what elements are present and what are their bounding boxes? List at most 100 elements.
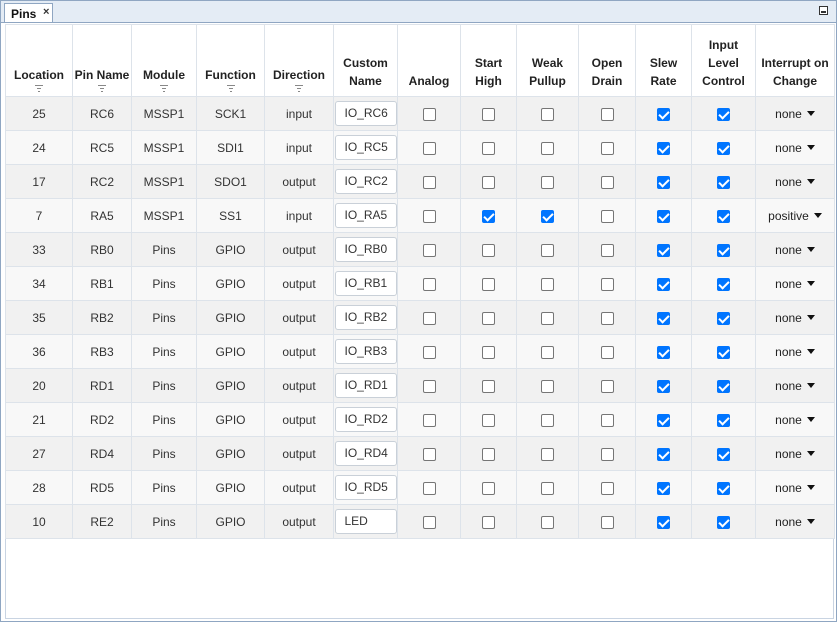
input-level-checkbox[interactable] [717,379,730,393]
sort-icon[interactable] [160,85,168,92]
interrupt-on-change-select[interactable]: none [775,515,815,529]
weak-pullup-checkbox[interactable] [541,277,554,291]
weak-pullup-checkbox[interactable] [541,311,554,325]
analog-checkbox[interactable] [422,175,436,189]
input-level-checkbox[interactable] [717,413,730,427]
input-level-checkbox[interactable] [717,141,730,155]
weak-pullup-checkbox[interactable] [541,481,554,495]
slew-rate-checkbox[interactable] [657,311,670,325]
start-high-checkbox[interactable] [482,447,495,461]
input-level-checkbox[interactable] [717,243,730,257]
column-header-module[interactable]: Module [131,24,197,97]
close-icon[interactable]: × [43,6,49,18]
start-high-checkbox[interactable] [482,277,495,291]
analog-checkbox[interactable] [422,209,436,223]
open-drain-checkbox[interactable] [600,141,614,155]
interrupt-on-change-select[interactable]: none [775,413,815,427]
weak-pullup-checkbox[interactable] [541,107,554,121]
analog-checkbox[interactable] [422,481,436,495]
analog-checkbox[interactable] [422,345,436,359]
interrupt-on-change-select[interactable]: none [775,243,815,257]
open-drain-checkbox[interactable] [600,345,614,359]
open-drain-checkbox[interactable] [600,175,614,189]
start-high-checkbox[interactable] [482,515,495,529]
slew-rate-checkbox[interactable] [657,277,670,291]
analog-checkbox[interactable] [422,107,436,121]
custom-name-input[interactable]: IO_RD5 [334,475,397,500]
custom-name-input[interactable]: IO_RC6 [334,101,397,126]
slew-rate-checkbox[interactable] [657,243,670,257]
open-drain-checkbox[interactable] [600,481,614,495]
interrupt-on-change-select[interactable]: none [775,481,815,495]
column-header-function[interactable]: Function [196,24,265,97]
open-drain-checkbox[interactable] [600,413,614,427]
start-high-checkbox[interactable] [482,107,495,121]
input-level-checkbox[interactable] [717,345,730,359]
interrupt-on-change-select[interactable]: none [775,447,815,461]
custom-name-input[interactable]: IO_RC2 [334,169,397,194]
start-high-checkbox[interactable] [482,243,495,257]
custom-name-input[interactable]: LED [334,509,397,534]
custom-name-input[interactable]: IO_RA5 [334,203,397,228]
weak-pullup-checkbox[interactable] [541,141,554,155]
weak-pullup-checkbox[interactable] [541,345,554,359]
analog-checkbox[interactable] [422,141,436,155]
sort-icon[interactable] [35,85,43,92]
start-high-checkbox[interactable] [482,311,495,325]
slew-rate-checkbox[interactable] [657,209,670,223]
start-high-checkbox[interactable] [482,481,495,495]
start-high-checkbox[interactable] [482,175,495,189]
start-high-checkbox[interactable] [482,413,495,427]
slew-rate-checkbox[interactable] [657,515,670,529]
interrupt-on-change-select[interactable]: none [775,311,815,325]
slew-rate-checkbox[interactable] [657,141,670,155]
interrupt-on-change-select[interactable]: positive [768,209,822,223]
custom-name-input[interactable]: IO_RB2 [334,305,397,330]
weak-pullup-checkbox[interactable] [541,447,554,461]
input-level-checkbox[interactable] [717,447,730,461]
analog-checkbox[interactable] [422,447,436,461]
interrupt-on-change-select[interactable]: none [775,175,815,189]
input-level-checkbox[interactable] [717,311,730,325]
slew-rate-checkbox[interactable] [657,107,670,121]
slew-rate-checkbox[interactable] [657,345,670,359]
analog-checkbox[interactable] [422,243,436,257]
input-level-checkbox[interactable] [717,481,730,495]
sort-icon[interactable] [226,85,235,92]
input-level-checkbox[interactable] [717,277,730,291]
slew-rate-checkbox[interactable] [657,447,670,461]
weak-pullup-checkbox[interactable] [541,209,554,223]
custom-name-input[interactable]: IO_RD4 [334,441,397,466]
open-drain-checkbox[interactable] [600,243,614,257]
custom-name-input[interactable]: IO_RD1 [334,373,397,398]
weak-pullup-checkbox[interactable] [541,379,554,393]
sort-icon[interactable] [295,85,303,92]
sort-icon[interactable] [98,85,106,92]
interrupt-on-change-select[interactable]: none [775,379,815,393]
weak-pullup-checkbox[interactable] [541,413,554,427]
open-drain-checkbox[interactable] [600,107,614,121]
slew-rate-checkbox[interactable] [657,481,670,495]
analog-checkbox[interactable] [422,277,436,291]
weak-pullup-checkbox[interactable] [541,515,554,529]
slew-rate-checkbox[interactable] [657,413,670,427]
start-high-checkbox[interactable] [482,379,495,393]
input-level-checkbox[interactable] [717,515,730,529]
input-level-checkbox[interactable] [717,175,730,189]
analog-checkbox[interactable] [422,413,436,427]
column-header-direction[interactable]: Direction [264,24,334,97]
custom-name-input[interactable]: IO_RC5 [334,135,397,160]
slew-rate-checkbox[interactable] [657,175,670,189]
open-drain-checkbox[interactable] [600,209,614,223]
custom-name-input[interactable]: IO_RB1 [334,271,397,296]
custom-name-input[interactable]: IO_RB0 [334,237,397,262]
start-high-checkbox[interactable] [482,345,495,359]
custom-name-input[interactable]: IO_RB3 [334,339,397,364]
interrupt-on-change-select[interactable]: none [775,277,815,291]
weak-pullup-checkbox[interactable] [541,175,554,189]
input-level-checkbox[interactable] [717,107,730,121]
analog-checkbox[interactable] [422,515,436,529]
analog-checkbox[interactable] [422,311,436,325]
open-drain-checkbox[interactable] [600,515,614,529]
input-level-checkbox[interactable] [717,209,730,223]
